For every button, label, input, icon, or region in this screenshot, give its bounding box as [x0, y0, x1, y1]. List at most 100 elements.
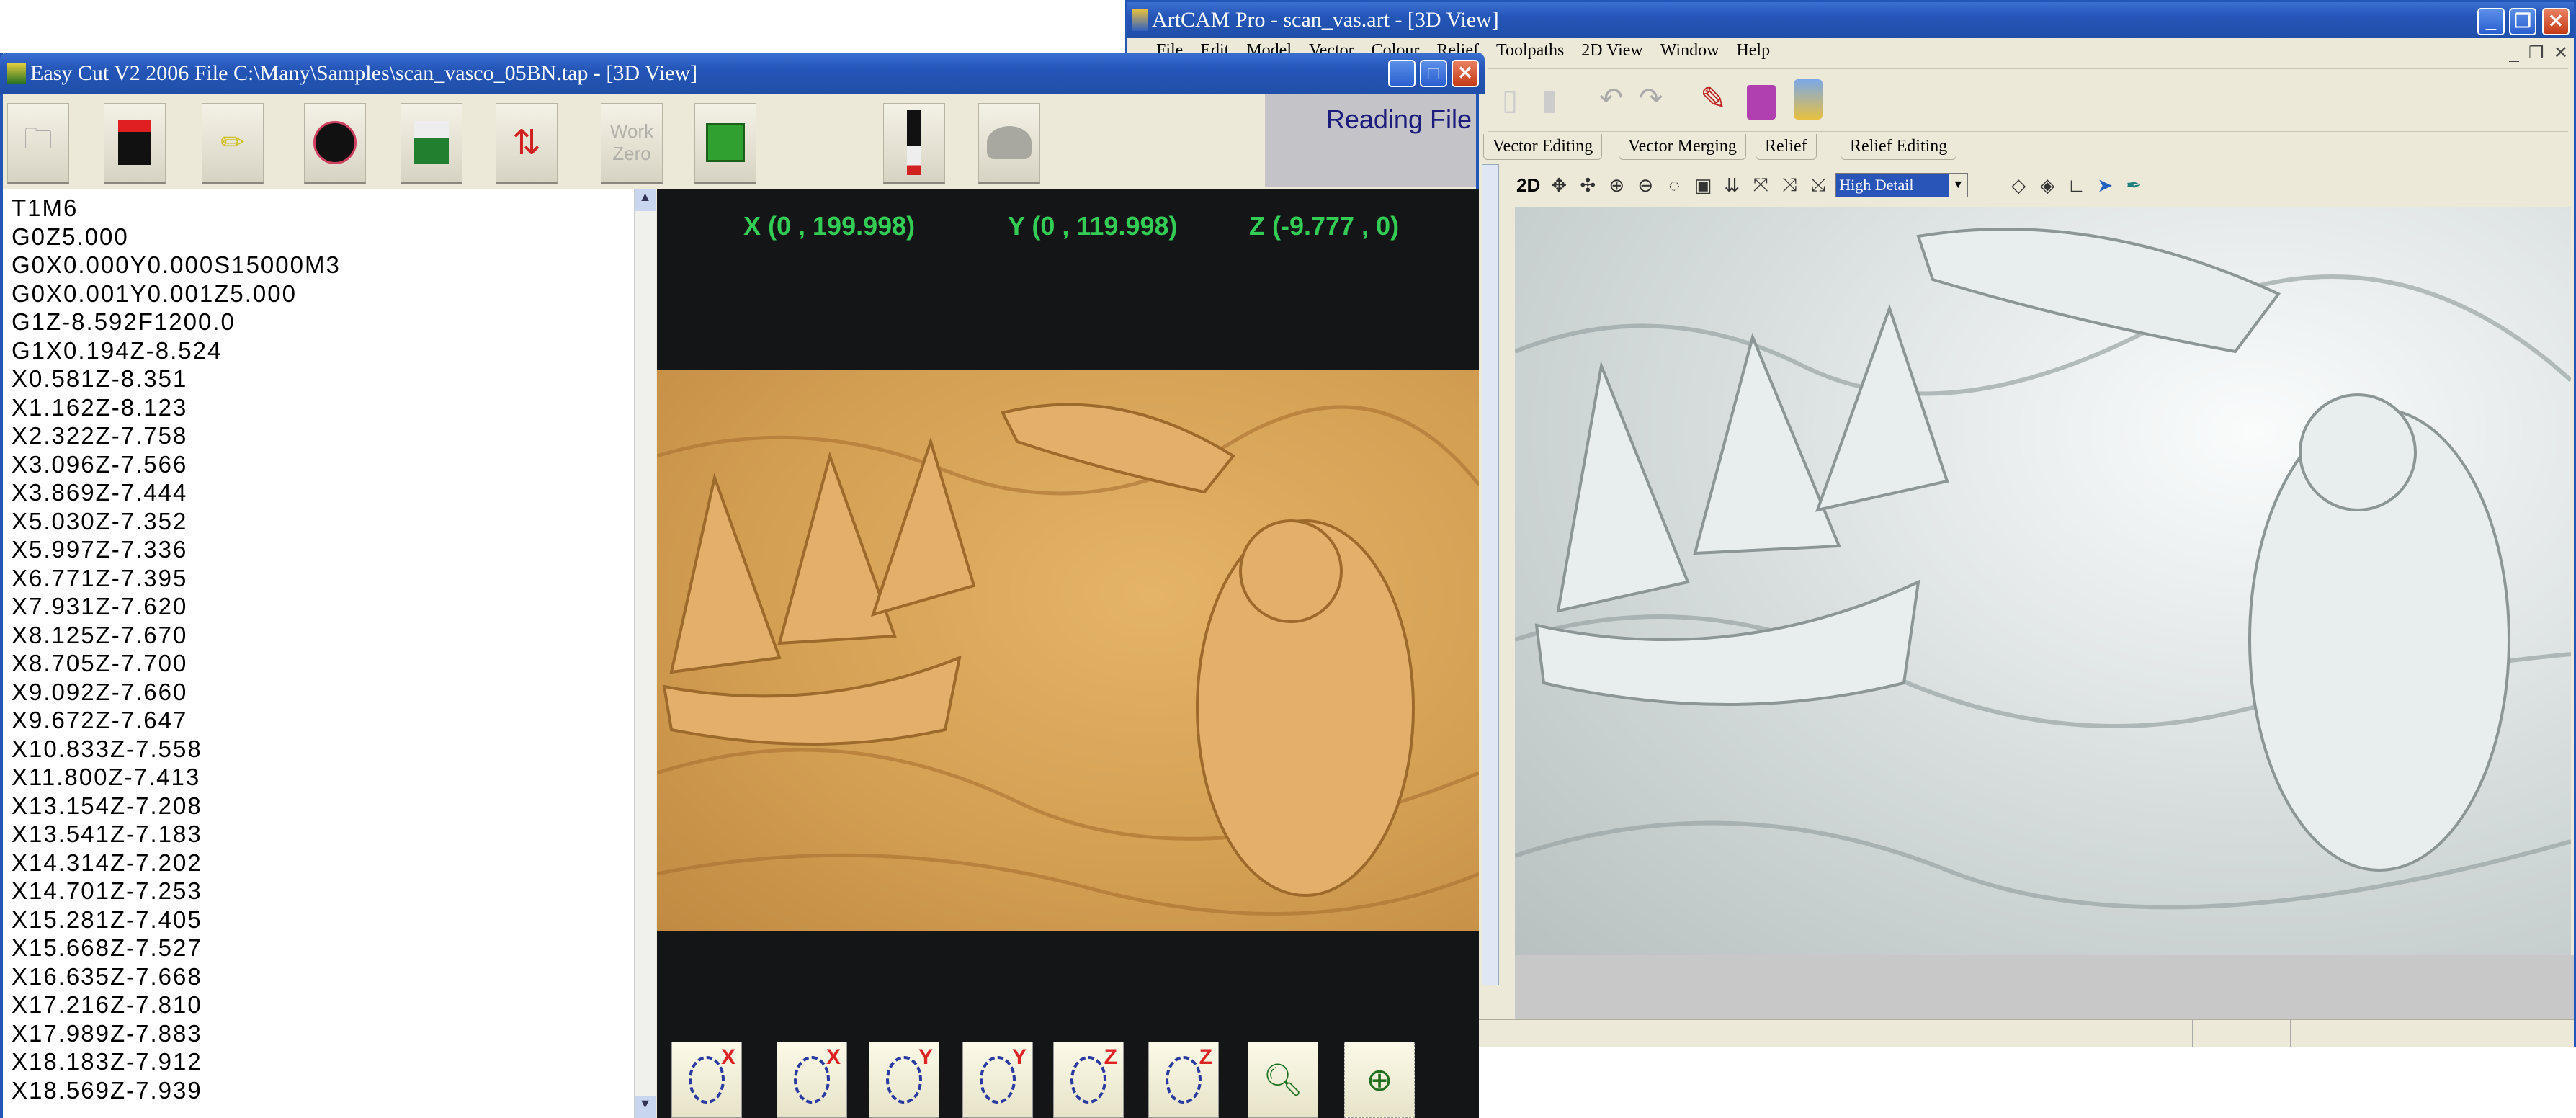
gcode-line[interactable]: X0.581Z-8.351	[12, 365, 187, 393]
gcode-line[interactable]: X17.989Z-7.883	[12, 1019, 202, 1048]
play-icon[interactable]: ➤	[2090, 174, 2119, 197]
view-iso-icon[interactable]: ⇊	[1717, 174, 1746, 197]
gcode-line[interactable]: X3.096Z-7.566	[12, 450, 187, 479]
gcode-line[interactable]: X13.541Z-7.183	[12, 820, 202, 849]
easycut-3d-view[interactable]: X (0 , 199.998) Y (0 , 119.998) Z (-9.77…	[657, 189, 1479, 1118]
gcode-line[interactable]: X18.183Z-7.912	[12, 1047, 202, 1076]
rotate-z-ccw-button[interactable]: Z	[1148, 1042, 1219, 1118]
close-button[interactable]: ✕	[1452, 60, 1479, 87]
zoom-icon: 🔍︎	[1263, 1063, 1303, 1098]
chevron-down-icon: ▼	[1949, 174, 1968, 197]
move-icon[interactable]: ✣	[1573, 174, 1602, 197]
work-zero-button[interactable]: Work Zero	[601, 103, 663, 184]
relief-model-silver	[1515, 228, 2571, 910]
scroll-up-icon[interactable]: ▲	[635, 189, 656, 211]
artcam-3d-viewport[interactable]	[1515, 207, 2571, 955]
gcode-scrollbar[interactable]: ▲ ▼	[634, 189, 656, 1118]
gcode-line[interactable]: X9.672Z-7.647	[12, 706, 187, 735]
diamond-icon[interactable]: ◇	[2004, 174, 2033, 197]
gcode-line[interactable]: X18.569Z-7.939	[12, 1076, 202, 1105]
gcode-line[interactable]: X15.668Z-7.527	[12, 934, 202, 962]
tab-relief[interactable]: Relief	[1756, 134, 1817, 160]
gcode-line[interactable]: X11.800Z-7.413	[12, 763, 200, 792]
rotate-y-cw-button[interactable]: Y	[869, 1042, 939, 1118]
menu-toolpaths[interactable]: Toolpaths	[1496, 41, 1564, 60]
pan-icon[interactable]: ✥	[1544, 174, 1573, 197]
menu-2d-view[interactable]: 2D View	[1581, 41, 1642, 60]
gcode-line[interactable]: X8.125Z-7.670	[12, 621, 187, 650]
view-scrollbar[interactable]	[1482, 164, 1499, 985]
gcode-line[interactable]: X9.092Z-7.660	[12, 678, 187, 707]
gcode-line[interactable]: G1X0.194Z-8.524	[12, 336, 222, 365]
gcode-line[interactable]: X15.281Z-7.405	[12, 905, 202, 934]
copy-icon[interactable]: ▯	[1502, 84, 1518, 117]
gcode-line[interactable]: G0Z5.000	[12, 223, 129, 251]
tool-change-button[interactable]: ⇅	[496, 103, 558, 184]
menu-window[interactable]: Window	[1660, 41, 1719, 60]
2d-mode-button[interactable]: 2D	[1516, 174, 1540, 197]
rotate-z-cw-button[interactable]: Z	[1053, 1042, 1124, 1118]
menu-help[interactable]: Help	[1736, 41, 1770, 60]
gcode-line[interactable]: X17.216Z-7.810	[12, 990, 202, 1019]
mdi-controls[interactable]: _ ❐ ✕	[2509, 43, 2568, 63]
spindle-button[interactable]	[883, 103, 945, 184]
gcode-line[interactable]: X5.997Z-7.336	[12, 535, 187, 564]
undo-icon[interactable]: ↶	[1599, 82, 1624, 115]
gcode-line[interactable]: G0X0.001Y0.001Z5.000	[12, 280, 297, 308]
zoom-previous-icon[interactable]: ◌	[1660, 174, 1689, 197]
view-z-icon[interactable]: ⤩	[1804, 174, 1833, 197]
open-file-button[interactable]: 🗀	[7, 103, 69, 184]
paste-icon[interactable]: ▮	[1542, 84, 1557, 117]
edit-pencil-icon[interactable]: ✎	[1700, 81, 1727, 117]
toolpath-preview-wood	[657, 370, 1479, 931]
gcode-line[interactable]: G0X0.000Y0.000S15000M3	[12, 251, 341, 280]
rotate-y-ccw-button[interactable]: Y	[962, 1042, 1033, 1118]
paint-icon[interactable]: ✒	[2119, 174, 2148, 197]
gcode-line[interactable]: X7.931Z-7.620	[12, 592, 187, 621]
zoom-in-icon[interactable]: ⊕	[1602, 174, 1631, 197]
wizard-icon[interactable]	[1794, 79, 1823, 120]
machine-button[interactable]	[401, 103, 462, 184]
gcode-list[interactable]: T1M6 G0Z5.000 G0X0.000Y0.000S15000M3 G0X0.0…	[3, 189, 634, 1118]
speed-button[interactable]	[304, 103, 366, 184]
detail-select[interactable]: High Detail ▼	[1835, 173, 1969, 197]
tab-vector-editing[interactable]: Vector Editing	[1483, 134, 1603, 160]
gcode-line[interactable]: X1.162Z-8.123	[12, 393, 187, 422]
minimize-button[interactable]: _	[1388, 60, 1416, 87]
view-x-icon[interactable]: ⤧	[1746, 174, 1775, 197]
mesh-icon[interactable]: ◈	[2033, 174, 2062, 197]
close-button[interactable]: ✕	[2542, 8, 2570, 35]
tab-vector-merging[interactable]: Vector Merging	[1619, 134, 1746, 160]
zoom-fit-button[interactable]: ⊕	[1344, 1042, 1415, 1118]
restore-button[interactable]: ❐	[2509, 8, 2536, 35]
redo-icon[interactable]: ↷	[1639, 82, 1663, 115]
gcode-line[interactable]: T1M6	[12, 194, 78, 223]
zoom-button[interactable]: 🔍︎	[1248, 1042, 1318, 1118]
gcode-line[interactable]: X2.322Z-7.758	[12, 421, 187, 450]
axes-icon[interactable]: ∟	[2062, 174, 2090, 197]
gcode-line[interactable]: X10.833Z-7.558	[12, 735, 202, 764]
gcode-line[interactable]: X3.869Z-7.444	[12, 478, 187, 507]
zoom-out-icon[interactable]: ⊖	[1631, 174, 1660, 197]
gcode-line[interactable]: X5.030Z-7.352	[12, 507, 187, 536]
view-y-icon[interactable]: ⤨	[1775, 174, 1804, 197]
save-button[interactable]	[104, 103, 166, 184]
help-book-icon[interactable]	[1747, 85, 1776, 120]
gcode-line[interactable]: X14.701Z-7.253	[12, 877, 202, 905]
gcode-line[interactable]: X6.771Z-7.395	[12, 564, 187, 593]
gcode-line[interactable]: X13.154Z-7.208	[12, 792, 202, 820]
maximize-button[interactable]: □	[1420, 60, 1447, 87]
rotate-x-cw-button[interactable]: X	[671, 1042, 742, 1118]
gcode-line[interactable]: G1Z-8.592F1200.0	[12, 308, 236, 336]
rotate-x-ccw-button[interactable]: X	[777, 1042, 847, 1118]
edit-button[interactable]: ✏	[202, 103, 264, 184]
gcode-line[interactable]: X16.635Z-7.668	[12, 962, 202, 991]
circuit-button[interactable]	[694, 103, 756, 184]
tab-relief-editing[interactable]: Relief Editing	[1841, 134, 1957, 160]
minimize-button[interactable]: _	[2477, 8, 2505, 35]
simulation-button[interactable]	[978, 103, 1040, 184]
zoom-fit-icon[interactable]: ▣	[1689, 174, 1717, 197]
gcode-line[interactable]: X14.314Z-7.202	[12, 849, 202, 877]
gcode-line[interactable]: X8.705Z-7.700	[12, 649, 187, 678]
scroll-down-icon[interactable]: ▼	[635, 1096, 656, 1118]
